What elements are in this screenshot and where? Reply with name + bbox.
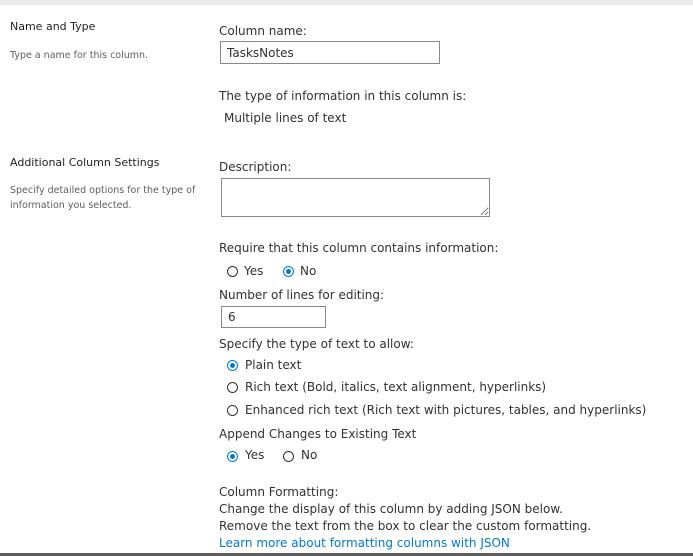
plain-text-radio[interactable] xyxy=(227,360,238,371)
lines-input[interactable] xyxy=(221,306,326,328)
rich-text-label[interactable]: Rich text (Bold, italics, text alignment… xyxy=(245,380,546,394)
lines-label: Number of lines for editing: xyxy=(219,288,385,302)
require-yes-label[interactable]: Yes xyxy=(244,264,263,278)
enhanced-rich-text-radio[interactable] xyxy=(227,405,238,416)
append-yes-label[interactable]: Yes xyxy=(245,448,264,462)
append-no-label[interactable]: No xyxy=(301,448,317,462)
formatting-line1: Change the display of this column by add… xyxy=(219,502,563,516)
description-textarea[interactable] xyxy=(221,178,490,217)
type-label: The type of information in this column i… xyxy=(219,89,467,103)
append-no-radio[interactable] xyxy=(283,451,294,462)
formatting-help-link[interactable]: Learn more about formatting columns with… xyxy=(219,536,510,550)
enhanced-rich-text-label[interactable]: Enhanced rich text (Rich text with pictu… xyxy=(245,403,646,417)
rich-text-radio[interactable] xyxy=(227,382,238,393)
section-title-additional: Additional Column Settings xyxy=(10,156,160,169)
require-label: Require that this column contains inform… xyxy=(219,241,499,255)
plain-text-label[interactable]: Plain text xyxy=(245,358,301,372)
append-yes-radio[interactable] xyxy=(227,451,238,462)
text-type-label: Specify the type of text to allow: xyxy=(219,337,414,351)
require-no-radio[interactable] xyxy=(283,266,294,277)
append-label: Append Changes to Existing Text xyxy=(219,427,417,441)
require-yes-radio[interactable] xyxy=(227,266,238,277)
description-label: Description: xyxy=(219,160,292,174)
require-no-label[interactable]: No xyxy=(300,264,316,278)
section-desc-name-type: Type a name for this column. xyxy=(10,50,149,61)
column-name-input[interactable] xyxy=(220,41,440,64)
section-desc-additional: Specify detailed options for the type of… xyxy=(10,185,196,211)
section-title-name-type: Name and Type xyxy=(10,20,96,33)
type-value: Multiple lines of text xyxy=(224,111,347,125)
column-name-label: Column name: xyxy=(219,24,307,38)
formatting-line2: Remove the text from the box to clear th… xyxy=(219,519,592,533)
formatting-title: Column Formatting: xyxy=(219,485,339,499)
top-divider xyxy=(0,0,693,5)
